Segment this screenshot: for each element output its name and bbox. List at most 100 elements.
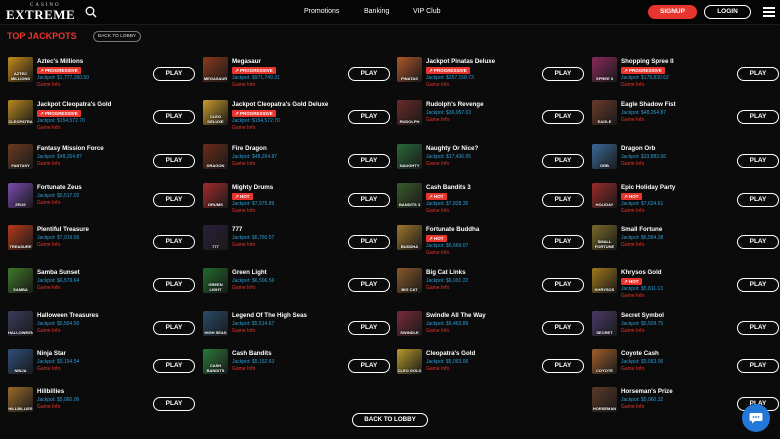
chat-button[interactable] — [742, 404, 770, 432]
game-info-link[interactable]: Game Info — [426, 250, 449, 256]
game-info-link[interactable]: Game Info — [37, 200, 60, 206]
game-thumbnail[interactable]: CLEO GOLD — [397, 349, 422, 374]
play-button[interactable]: PLAY — [542, 359, 584, 373]
game-title[interactable]: Fortunate Zeus — [37, 184, 82, 191]
game-thumbnail[interactable]: BUDDHA — [397, 225, 422, 250]
game-info-link[interactable]: Game Info — [621, 366, 644, 372]
game-thumbnail[interactable]: SMALL FORTUNE — [592, 225, 617, 250]
game-info-link[interactable]: Game Info — [426, 328, 449, 334]
game-title[interactable]: Naughty Or Nice? — [426, 145, 478, 152]
login-button[interactable]: LOGIN — [704, 5, 751, 19]
play-button[interactable]: PLAY — [348, 110, 390, 124]
game-title[interactable]: Mighty Drums — [232, 184, 273, 191]
play-button[interactable]: PLAY — [153, 154, 195, 168]
game-info-link[interactable]: Game Info — [426, 285, 449, 291]
game-thumbnail[interactable]: PINATAS — [397, 57, 422, 82]
play-button[interactable]: PLAY — [348, 278, 390, 292]
game-thumbnail[interactable]: 777 — [203, 225, 228, 250]
game-info-link[interactable]: Game Info — [621, 293, 644, 299]
nav-link-banking[interactable]: Banking — [364, 8, 389, 15]
game-info-link[interactable]: Game Info — [37, 285, 60, 291]
game-title[interactable]: Horseman's Prize — [621, 388, 673, 395]
game-title[interactable]: Ninja Star — [37, 350, 66, 357]
play-button[interactable]: PLAY — [737, 359, 779, 373]
game-info-link[interactable]: Game Info — [426, 208, 449, 214]
game-thumbnail[interactable]: HORSEMAN — [592, 387, 617, 412]
game-thumbnail[interactable]: HILLBILLIES — [8, 387, 33, 412]
play-button[interactable]: PLAY — [153, 110, 195, 124]
game-title[interactable]: Green Light — [232, 269, 267, 276]
play-button[interactable]: PLAY — [542, 154, 584, 168]
play-button[interactable]: PLAY — [153, 397, 195, 411]
play-button[interactable]: PLAY — [348, 235, 390, 249]
game-info-link[interactable]: Game Info — [37, 125, 60, 131]
play-button[interactable]: PLAY — [542, 321, 584, 335]
game-info-link[interactable]: Game Info — [232, 161, 255, 167]
game-title[interactable]: Eagle Shadow Fist — [621, 101, 676, 108]
game-title[interactable]: Dragon Orb — [621, 145, 655, 152]
game-info-link[interactable]: Game Info — [232, 366, 255, 372]
game-thumbnail[interactable]: KHRYSOS — [592, 268, 617, 293]
nav-link-promotions[interactable]: Promotions — [304, 8, 339, 15]
game-info-link[interactable]: Game Info — [37, 328, 60, 334]
game-info-link[interactable]: Game Info — [621, 404, 644, 410]
play-button[interactable]: PLAY — [737, 235, 779, 249]
play-button[interactable]: PLAY — [153, 67, 195, 81]
game-title[interactable]: Jackpot Cleopatra's Gold Deluxe — [232, 101, 328, 108]
game-title[interactable]: Coyote Cash — [621, 350, 659, 357]
game-thumbnail[interactable]: CLEOPATRA — [8, 100, 33, 125]
play-button[interactable]: PLAY — [348, 321, 390, 335]
game-thumbnail[interactable]: DRAGON — [203, 144, 228, 169]
game-info-link[interactable]: Game Info — [426, 366, 449, 372]
game-info-link[interactable]: Game Info — [232, 125, 255, 131]
game-thumbnail[interactable]: SWINDLE — [397, 311, 422, 336]
game-thumbnail[interactable]: BANDITS 3 — [397, 183, 422, 208]
search-icon[interactable] — [85, 6, 97, 18]
game-title[interactable]: Swindle All The Way — [426, 312, 486, 319]
game-thumbnail[interactable]: GREEN LIGHT — [203, 268, 228, 293]
play-button[interactable]: PLAY — [348, 359, 390, 373]
game-thumbnail[interactable]: COYOTE — [592, 349, 617, 374]
game-info-link[interactable]: Game Info — [37, 404, 60, 410]
game-info-link[interactable]: Game Info — [621, 242, 644, 248]
game-thumbnail[interactable]: CLEO DELUXE — [203, 100, 228, 125]
game-info-link[interactable]: Game Info — [37, 366, 60, 372]
game-title[interactable]: Khrysos Gold — [621, 269, 662, 276]
game-title[interactable]: Fire Dragon — [232, 145, 267, 152]
game-thumbnail[interactable]: ZEUS — [8, 183, 33, 208]
game-info-link[interactable]: Game Info — [621, 208, 644, 214]
game-thumbnail[interactable]: EAGLE — [592, 100, 617, 125]
game-title[interactable]: Rudolph's Revenge — [426, 101, 484, 108]
game-thumbnail[interactable]: SECRET — [592, 311, 617, 336]
game-title[interactable]: Big Cat Links — [426, 269, 466, 276]
game-info-link[interactable]: Game Info — [232, 242, 255, 248]
game-info-link[interactable]: Game Info — [621, 82, 644, 88]
play-button[interactable]: PLAY — [542, 278, 584, 292]
play-button[interactable]: PLAY — [542, 193, 584, 207]
hamburger-menu-icon[interactable] — [763, 7, 775, 17]
play-button[interactable]: PLAY — [348, 67, 390, 81]
game-info-link[interactable]: Game Info — [621, 161, 644, 167]
play-button[interactable]: PLAY — [153, 235, 195, 249]
game-info-link[interactable]: Game Info — [232, 285, 255, 291]
game-title[interactable]: Cash Bandits — [232, 350, 272, 357]
nav-link-vip-club[interactable]: VIP Club — [413, 8, 441, 15]
game-info-link[interactable]: Game Info — [426, 161, 449, 167]
game-title[interactable]: Cleopatra's Gold — [426, 350, 475, 357]
play-button[interactable]: PLAY — [153, 359, 195, 373]
game-info-link[interactable]: Game Info — [621, 328, 644, 334]
game-info-link[interactable]: Game Info — [37, 161, 60, 167]
play-button[interactable]: PLAY — [153, 278, 195, 292]
game-title[interactable]: Small Fortune — [621, 226, 662, 233]
game-thumbnail[interactable]: ORB — [592, 144, 617, 169]
game-title[interactable]: Jackpot Pinatas Deluxe — [426, 58, 495, 65]
game-thumbnail[interactable]: SPREE II — [592, 57, 617, 82]
game-info-link[interactable]: Game Info — [621, 117, 644, 123]
play-button[interactable]: PLAY — [542, 67, 584, 81]
game-thumbnail[interactable]: NINJA — [8, 349, 33, 374]
play-button[interactable]: PLAY — [737, 278, 779, 292]
back-to-lobby-bottom-button[interactable]: BACK TO LOBBY — [352, 413, 428, 427]
back-to-lobby-button[interactable]: BACK TO LOBBY — [93, 31, 141, 42]
game-thumbnail[interactable]: MEGASAUR — [203, 57, 228, 82]
game-thumbnail[interactable]: TREASURE — [8, 225, 33, 250]
